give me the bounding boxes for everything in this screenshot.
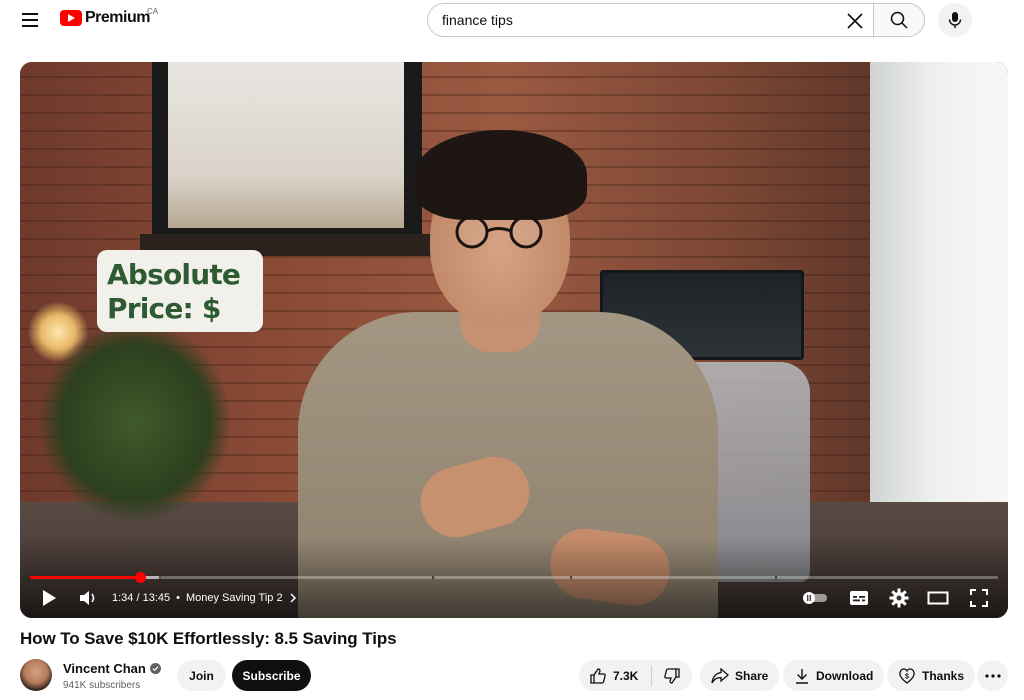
progress-bar[interactable] <box>30 572 998 583</box>
masthead: Premium CA <box>0 0 1024 40</box>
microphone-icon <box>948 12 962 28</box>
theater-mode-button[interactable] <box>924 584 952 612</box>
logo-text: Premium <box>85 9 150 26</box>
search-bar <box>427 3 925 37</box>
chapter-title[interactable]: Money Saving Tip 2 <box>186 592 283 604</box>
menu-icon-bar <box>22 19 38 21</box>
video-player[interactable]: Absolute Price: $ 1:34 / 13:45 • Money S… <box>20 62 1008 618</box>
search-input[interactable] <box>442 12 822 28</box>
fullscreen-button[interactable] <box>966 584 992 612</box>
download-label: Download <box>816 668 874 683</box>
overlay-line: Absolute <box>107 258 241 291</box>
youtube-premium-logo[interactable]: Premium <box>60 9 150 27</box>
verified-badge-icon <box>149 663 161 674</box>
voice-search-button[interactable] <box>938 3 972 37</box>
video-text-overlay: Absolute Price: $ <box>97 250 263 332</box>
chevron-right-icon <box>290 593 296 603</box>
more-horizontal-icon <box>984 673 1001 678</box>
presenter-hair <box>415 130 587 220</box>
subscribe-label: Subscribe <box>242 668 301 683</box>
close-icon <box>847 13 863 29</box>
more-actions-button[interactable] <box>977 660 1008 691</box>
download-icon <box>796 668 808 684</box>
captions-icon <box>850 591 868 605</box>
volume-icon <box>80 591 95 605</box>
super-thanks-icon: $ <box>899 667 915 684</box>
search-icon <box>890 11 908 29</box>
subtitles-button[interactable] <box>846 584 872 612</box>
potted-plant <box>40 322 230 522</box>
overlay-line: Price: $ <box>107 292 221 325</box>
play-button[interactable] <box>36 584 62 612</box>
autoplay-toggle-icon <box>803 592 827 604</box>
menu-icon-bar <box>22 25 38 27</box>
thanks-label: Thanks <box>922 668 965 683</box>
like-dislike-group: 7.3K <box>579 660 692 691</box>
guide-menu-button[interactable] <box>14 6 46 34</box>
chapter-divider <box>159 576 161 579</box>
menu-icon-bar <box>22 13 38 15</box>
search-box <box>427 3 873 37</box>
separator-dot: • <box>176 592 180 604</box>
time-display: 1:34 / 13:45 • Money Saving Tip 2 <box>112 592 297 604</box>
thanks-button[interactable]: $ Thanks <box>887 660 976 691</box>
country-code: CA <box>147 7 159 16</box>
thumbs-down-icon <box>664 667 680 684</box>
svg-text:$: $ <box>905 673 909 680</box>
play-icon <box>43 590 56 606</box>
chapter-divider <box>432 576 434 579</box>
share-label: Share <box>735 668 769 683</box>
mirror-reflection <box>168 62 404 228</box>
mute-button[interactable] <box>74 584 102 612</box>
search-button[interactable] <box>873 3 925 37</box>
progress-played <box>30 576 141 579</box>
join-button[interactable]: Join <box>177 660 226 691</box>
dislike-button[interactable] <box>652 660 692 691</box>
subscriber-count: 941K subscribers <box>63 680 141 691</box>
chapter-divider <box>570 576 572 579</box>
clear-search-button[interactable] <box>843 9 867 33</box>
like-button[interactable]: 7.3K <box>579 660 651 691</box>
thumbs-up-icon <box>590 667 606 684</box>
download-button[interactable]: Download <box>783 660 885 691</box>
settings-button[interactable] <box>886 584 912 612</box>
video-title: How To Save $10K Effortlessly: 8.5 Savin… <box>20 629 397 648</box>
channel-name[interactable]: Vincent Chan <box>63 661 146 676</box>
subscribe-button[interactable]: Subscribe <box>232 660 311 691</box>
share-icon <box>711 667 729 683</box>
presenter-glasses <box>455 215 543 249</box>
gear-icon <box>889 588 909 608</box>
join-label: Join <box>189 668 214 683</box>
theater-mode-icon <box>927 591 949 605</box>
channel-avatar[interactable] <box>20 659 52 691</box>
video-frame: Absolute Price: $ <box>20 62 1008 618</box>
share-button[interactable]: Share <box>700 660 780 691</box>
channel-name-row[interactable]: Vincent Chan <box>63 661 161 676</box>
like-count: 7.3K <box>613 668 639 683</box>
youtube-logo-icon <box>60 10 82 26</box>
autoplay-toggle[interactable] <box>800 584 830 612</box>
check-icon <box>152 666 159 672</box>
time-current-duration: 1:34 / 13:45 <box>112 592 171 604</box>
fullscreen-icon <box>970 589 988 607</box>
chapter-divider <box>775 576 777 579</box>
